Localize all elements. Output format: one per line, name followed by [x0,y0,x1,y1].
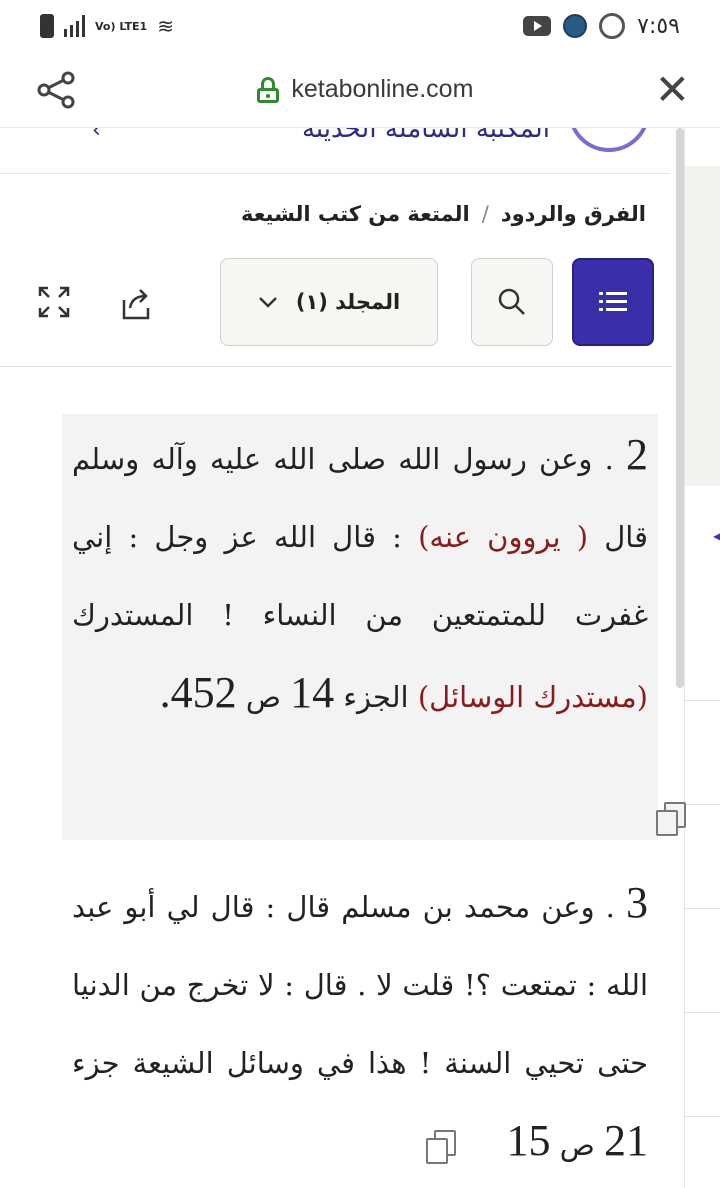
close-icon[interactable]: ✕ [655,68,690,111]
paragraph-part-number: 14 [290,668,335,717]
paragraph-text: الجزء [334,680,418,714]
share-page-icon[interactable] [118,286,154,322]
divider [685,804,720,805]
paragraph-quote: ( يروون عنه) [418,520,589,554]
url-display[interactable]: ketabonline.com [257,75,473,104]
paragraph-part-number: 21 [604,1116,648,1165]
side-panel: ◂ [684,128,720,1188]
status-right: ٧:٥٩ [523,13,680,39]
caret-left-icon[interactable]: ◂ [713,526,720,545]
expand-icon[interactable] [38,286,70,318]
copy-icon [656,802,688,836]
status-time: ٧:٥٩ [637,13,680,39]
paragraph-text: . وعن محمد بن مسلم قال : قال لي أبو عبد … [72,890,648,1080]
hadith-paragraph: 2 . وعن رسول الله صلى الله عليه وآله وسل… [62,414,686,840]
divider [685,908,720,909]
breadcrumb: الفرق والردود / المتعة من كتب الشيعة [0,202,646,226]
site-header: المكتبة الشاملة الحديثة ‹ [0,128,670,174]
volume-label: المجلد (١) [295,290,401,314]
chevron-down-icon [258,297,277,308]
paragraph-number: 2 [626,430,648,479]
table-of-contents-button[interactable] [572,258,654,346]
copy-button[interactable] [656,778,688,856]
paragraph-text: ص [236,680,291,714]
lock-icon [257,76,280,103]
paragraph-page-number: 452. [159,668,237,717]
content-divider [0,366,672,367]
list-icon [599,292,627,311]
chevron-left-icon[interactable]: ‹ [92,128,101,143]
breadcrumb-item-book[interactable]: المتعة من كتب الشيعة [241,202,470,226]
url-text: ketabonline.com [291,75,474,103]
divider [685,700,720,701]
paragraph-text: ص [550,1128,604,1162]
battery-icon [40,14,54,38]
share-icon[interactable] [36,70,76,110]
reader-toolbar: المجلد (١) [0,258,670,346]
search-icon [498,288,525,315]
youtube-icon [523,16,552,36]
paragraph-page-number: 15 [506,1116,551,1165]
whatsapp-icon [599,13,626,39]
paragraph-number: 3 [626,878,648,927]
signal-icon [64,15,85,37]
paragraph-source: (مستدرك الوسائل) [417,680,648,714]
divider [685,1012,720,1013]
scrollbar-thumb[interactable] [676,128,684,688]
volume-select[interactable]: المجلد (١) [220,258,438,346]
browser-url-bar: ketabonline.com ✕ [0,52,720,128]
wifi-icon: ≋ [157,14,174,38]
status-bar: Vo) LTE1 ≋ ٧:٥٩ [0,0,720,52]
copy-icon[interactable] [426,1130,458,1164]
divider [685,1116,720,1117]
breadcrumb-separator: / [481,202,489,226]
status-left: Vo) LTE1 ≋ [40,14,174,38]
search-button[interactable] [471,258,553,346]
side-panel-shade [685,166,720,486]
hadith-paragraph: 3 . وعن محمد بن مسلم قال : قال لي أبو عب… [62,864,658,1184]
breadcrumb-item-category[interactable]: الفرق والردود [501,202,646,226]
web-page: المكتبة الشاملة الحديثة ‹ ◂ الفرق والردو… [0,128,720,1188]
app-badge-icon [563,14,588,38]
network-label: Vo) LTE1 [95,19,148,33]
logo-emblem [568,128,650,152]
site-logo-text: المكتبة الشاملة الحديثة [301,128,550,144]
